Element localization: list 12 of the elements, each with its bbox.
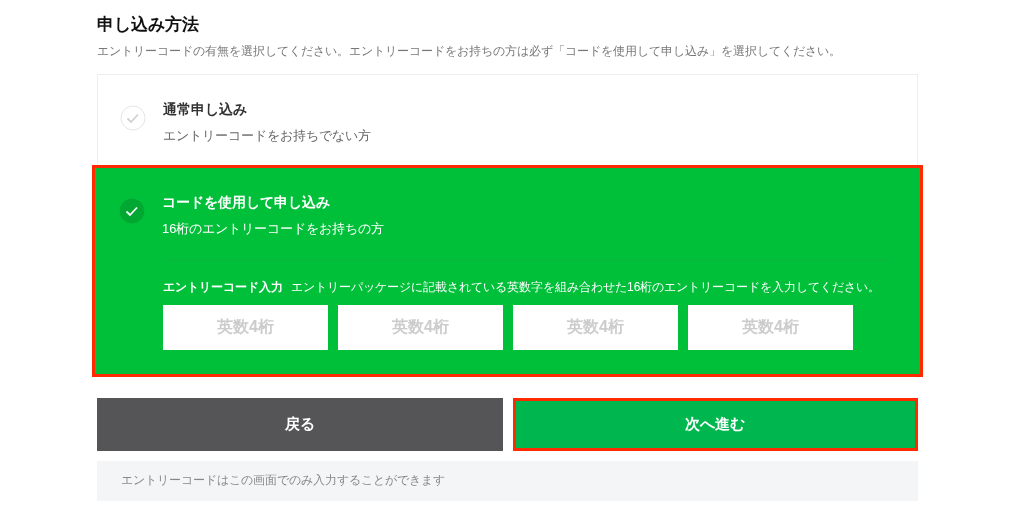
checkmark-icon[interactable] <box>119 198 145 224</box>
option-subtitle: 16桁のエントリーコードをお持ちの方 <box>162 220 385 238</box>
description-text: エントリーコードの有無を選択してください。エントリーコードをお持ちの方は必ず「コードを使用して申し込み」を選択してください。 <box>97 42 842 60</box>
option-card[interactable]: 通常申し込み エントリーコードをお持ちでない方 <box>97 73 918 166</box>
option-title: 通常申し込み <box>163 99 248 119</box>
back-button[interactable]: 戻る <box>97 397 503 451</box>
section-title: 申し込み方法 <box>97 14 200 36</box>
option-subtitle: エントリーコードをお持ちでない方 <box>163 126 371 145</box>
code-label: エントリーコード入力 <box>163 278 283 296</box>
option-title: コードを使用して申し込み <box>162 193 331 212</box>
note-text: エントリーコードはこの画面でのみ入力することができます <box>121 472 445 487</box>
code-hint: エントリーパッケージに記載されている英数字を組み合わせた16桁のエントリーコードを入力してください。 <box>291 278 881 296</box>
